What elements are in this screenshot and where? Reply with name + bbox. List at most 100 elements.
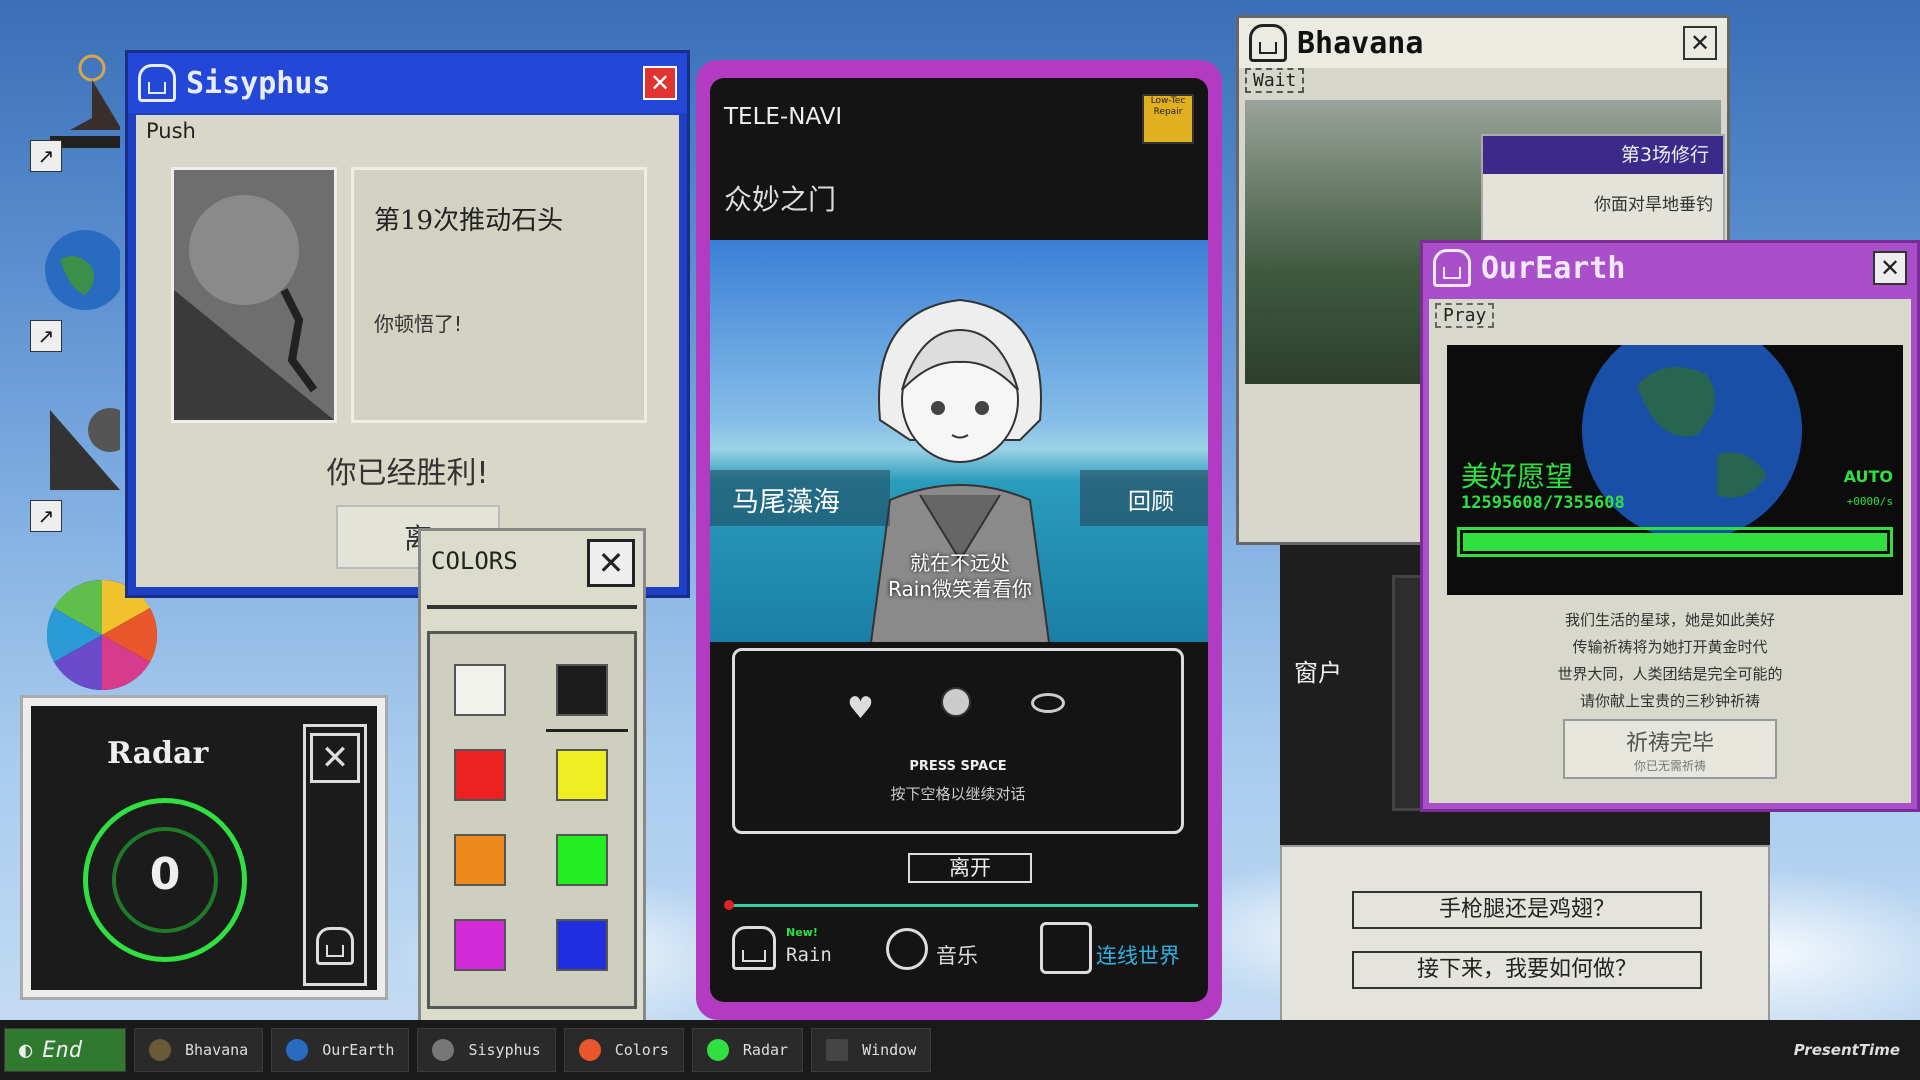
close-icon[interactable]: ✕ xyxy=(310,733,360,783)
music-icon[interactable] xyxy=(886,928,928,970)
radar-window[interactable]: Radar 0 ✕ xyxy=(20,695,388,1000)
prayer-done-button[interactable]: 祈祷完毕 你已无需祈祷 xyxy=(1563,719,1777,779)
window-title: Bhavana xyxy=(1297,25,1424,61)
button-label: 祈祷完毕 xyxy=(1625,731,1714,756)
window-title: Radar xyxy=(107,736,209,771)
dialogue-box[interactable]: ♥ PRESS SPACE 按下空格以继续对话 xyxy=(732,648,1184,834)
telenavi-window[interactable]: TELE-NAVI Low-Tec Repair 众妙之门 马尾藻海 回顾 就在… xyxy=(696,60,1222,1020)
planet-icon[interactable] xyxy=(1031,693,1065,713)
heart-icon[interactable]: ♥ xyxy=(847,691,874,726)
victory-text: 你已经胜利! xyxy=(326,456,489,491)
boulder-icon xyxy=(432,1039,455,1061)
desktop-icon-colors[interactable] xyxy=(40,579,158,710)
button-sublabel: 你已无需祈祷 xyxy=(1633,759,1706,773)
dialogue-line: Rain微笑着看你 xyxy=(888,577,1032,601)
earth-icon xyxy=(45,230,125,310)
wish-title: 美好愿望 xyxy=(1461,460,1574,493)
close-icon[interactable]: ✕ xyxy=(1873,251,1907,285)
taskbar-item-sisyphus[interactable]: Sisyphus xyxy=(417,1028,556,1072)
dialogue-scene: 马尾藻海 回顾 就在不远处 Rain微笑着看你 xyxy=(710,240,1208,642)
radar-value: 0 xyxy=(149,849,181,900)
radar-icon xyxy=(706,1039,729,1061)
bhavana-options: 手枪腿还是鸡翅？ 接下来，我要如何做？ xyxy=(1280,845,1770,1035)
progress-line xyxy=(728,904,1198,907)
menu-wait[interactable]: Wait xyxy=(1245,68,1305,93)
desktop-icon-bhavana[interactable]: ↗ xyxy=(30,40,130,172)
window-title: OurEarth xyxy=(1481,250,1626,286)
meditator-icon xyxy=(149,1039,171,1061)
review-button[interactable]: 回顾 xyxy=(1128,482,1174,516)
window-label: 窗户 xyxy=(1294,659,1342,687)
desktop-icon-ourearth[interactable]: ↗ xyxy=(30,220,125,352)
swatch-blue[interactable] xyxy=(556,919,608,971)
earth-globe xyxy=(1582,345,1802,540)
message-text: 你顿悟了! xyxy=(374,312,463,336)
menu-pray[interactable]: Pray xyxy=(1435,303,1495,328)
message-panel: 第19次推动石头 你顿悟了! xyxy=(351,167,647,423)
colors-window[interactable]: COLORS ✕ xyxy=(418,528,646,1028)
color-wheel-icon xyxy=(578,1039,601,1061)
swatch-yellow[interactable] xyxy=(556,749,608,801)
swatch-orange[interactable] xyxy=(454,834,506,886)
nav-rain[interactable]: Rain xyxy=(786,944,832,966)
boulder-icon xyxy=(50,408,132,490)
app-logo-icon xyxy=(1433,249,1471,287)
new-badge: New! xyxy=(786,926,818,939)
window-title: Sisyphus xyxy=(186,65,331,101)
radar-body: Radar 0 ✕ xyxy=(31,706,377,990)
swatch-panel xyxy=(427,631,637,1009)
computer-icon[interactable] xyxy=(1040,922,1092,974)
close-icon[interactable]: ✕ xyxy=(587,539,635,587)
sisyphus-illustration xyxy=(171,167,337,423)
close-icon[interactable]: ✕ xyxy=(643,66,677,100)
telenavi-header: TELE-NAVI xyxy=(724,104,843,130)
description-line: 传输祈祷将为她打开黄金时代 xyxy=(1572,638,1768,656)
swatch-magenta[interactable] xyxy=(454,919,506,971)
taskbar-item-ourearth[interactable]: OurEarth xyxy=(271,1028,410,1072)
start-label: End xyxy=(42,1037,82,1063)
option-button[interactable]: 接下来，我要如何做？ xyxy=(1352,951,1702,989)
close-icon[interactable]: ✕ xyxy=(1683,26,1717,60)
window-icon xyxy=(826,1039,849,1061)
swatch-red[interactable] xyxy=(454,749,506,801)
app-logo-icon xyxy=(138,64,176,102)
nav-music[interactable]: 音乐 xyxy=(936,940,978,970)
taskbar-label: Window xyxy=(862,1041,917,1059)
ourearth-window[interactable]: OurEarth ✕ Pray 美好愿望 AUTO 12595608/73556… xyxy=(1420,240,1920,812)
app-logo-icon xyxy=(316,927,354,965)
taskbar-label: Colors xyxy=(614,1041,669,1059)
nav-online-world[interactable]: 连线世界 xyxy=(1096,940,1180,970)
menu-push[interactable]: Push xyxy=(136,115,206,147)
taskbar-item-window[interactable]: Window xyxy=(811,1028,932,1072)
desktop-icon-sisyphus[interactable]: ↗ xyxy=(30,390,132,532)
swatch-green[interactable] xyxy=(556,834,608,886)
shortcut-arrow-icon: ↗ xyxy=(30,500,62,532)
leave-button[interactable]: 离开 xyxy=(908,853,1032,883)
taskbar-label: OurEarth xyxy=(322,1041,395,1059)
low-tec-badge: Low-Tec Repair xyxy=(1142,94,1194,144)
start-button[interactable]: ◐ End xyxy=(4,1028,126,1072)
sisyphus-window[interactable]: Sisyphus ✕ Push 第19次推动石头 你顿悟了! 你已经胜利! 离 xyxy=(125,50,690,598)
radar-sidebar: ✕ xyxy=(303,724,367,986)
taskbar-label: Sisyphus xyxy=(468,1041,541,1059)
face-icon[interactable] xyxy=(941,687,971,717)
taskbar-item-colors[interactable]: Colors xyxy=(563,1028,684,1072)
earth-icon xyxy=(286,1039,309,1061)
telenavi-subtitle: 众妙之门 xyxy=(724,183,837,216)
rain-icon[interactable] xyxy=(732,926,776,970)
progress-marker[interactable] xyxy=(724,900,734,910)
swatch-white[interactable] xyxy=(454,664,506,716)
start-icon: ◐ xyxy=(19,1037,33,1063)
option-button[interactable]: 手枪腿还是鸡翅？ xyxy=(1352,891,1702,929)
description-line: 请你献上宝贵的三秒钟祈祷 xyxy=(1579,692,1760,710)
divider xyxy=(427,605,637,609)
prayer-rate: +0000/s xyxy=(1846,495,1893,508)
description-line: 我们生活的星球，她是如此美好 xyxy=(1564,611,1775,629)
push-count: 第19次推动石头 xyxy=(374,206,564,236)
taskbar-label: Bhavana xyxy=(185,1041,249,1059)
taskbar-item-bhavana[interactable]: Bhavana xyxy=(134,1028,264,1072)
swatch-black[interactable] xyxy=(556,664,608,716)
prayer-description: 我们生活的星球，她是如此美好 传输祈祷将为她打开黄金时代 世界大同，人类团结是完… xyxy=(1429,607,1911,715)
taskbar-item-radar[interactable]: Radar xyxy=(691,1028,804,1072)
taskbar-label: Radar xyxy=(742,1041,789,1059)
